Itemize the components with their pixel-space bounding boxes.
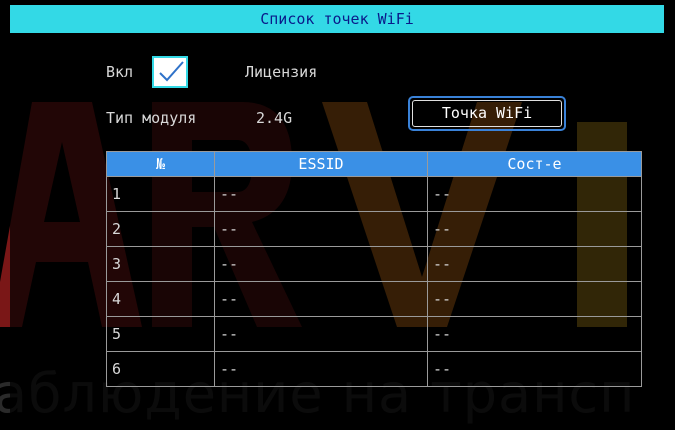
table-row[interactable]: 3 -- -- <box>106 246 642 282</box>
row-number: 1 <box>106 176 215 212</box>
module-type-value: 2.4G <box>256 109 293 127</box>
row-essid: -- <box>214 211 428 247</box>
row-status: -- <box>427 211 642 247</box>
row-essid: -- <box>214 351 428 387</box>
column-header-status: Сост-е <box>427 151 642 177</box>
dialog-title: Список точек WiFi <box>10 5 664 33</box>
row-number: 6 <box>106 351 215 387</box>
row-essid: -- <box>214 246 428 282</box>
wifi-points-table: № ESSID Сост-е 1 -- -- 2 -- -- 3 -- -- 4… <box>106 151 642 387</box>
column-header-number: № <box>106 151 215 177</box>
row-status: -- <box>427 281 642 317</box>
checkmark-icon <box>159 61 184 82</box>
row-status: -- <box>427 246 642 282</box>
table-row[interactable]: 5 -- -- <box>106 316 642 352</box>
module-type-label: Тип модуля <box>106 109 197 127</box>
row-essid: -- <box>214 316 428 352</box>
table-row[interactable]: 2 -- -- <box>106 211 642 247</box>
row-number: 4 <box>106 281 215 317</box>
wifi-point-button[interactable]: Точка WiFi <box>408 96 566 131</box>
row-number: 3 <box>106 246 215 282</box>
license-label: Лицензия <box>245 63 318 81</box>
table-row[interactable]: 1 -- -- <box>106 176 642 212</box>
row-status: -- <box>427 351 642 387</box>
row-status: -- <box>427 176 642 212</box>
row-status: -- <box>427 316 642 352</box>
row-number: 5 <box>106 316 215 352</box>
table-header-row: № ESSID Сост-е <box>106 151 642 177</box>
enable-label: Вкл <box>106 63 134 81</box>
table-row[interactable]: 4 -- -- <box>106 281 642 317</box>
row-essid: -- <box>214 176 428 212</box>
row-number: 2 <box>106 211 215 247</box>
table-row[interactable]: 6 -- -- <box>106 351 642 387</box>
column-header-essid: ESSID <box>214 151 428 177</box>
row-essid: -- <box>214 281 428 317</box>
enable-checkbox[interactable] <box>152 56 188 88</box>
wifi-point-button-label: Точка WiFi <box>412 100 562 127</box>
